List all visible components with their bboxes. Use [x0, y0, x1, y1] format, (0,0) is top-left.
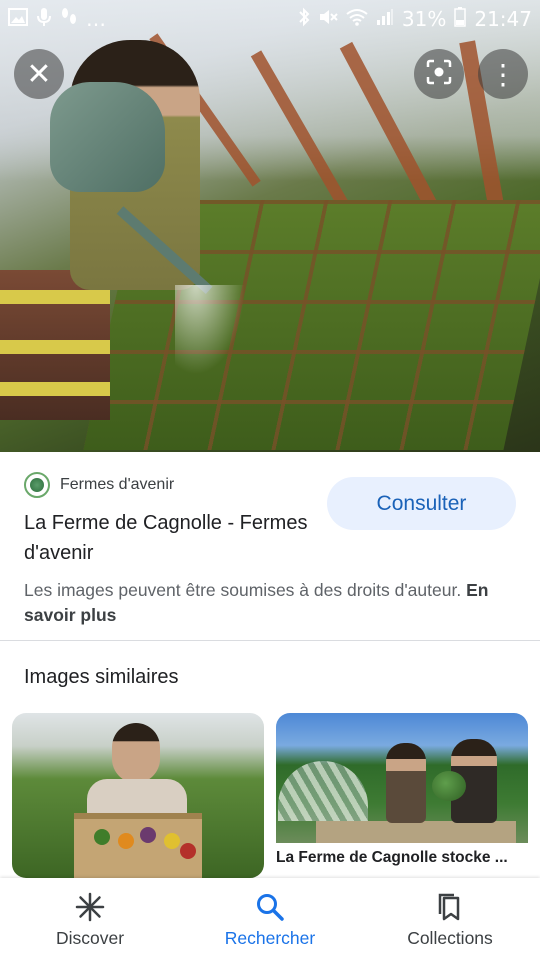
- more-notifications-icon: …: [86, 7, 106, 31]
- close-icon: ✕: [26, 56, 52, 92]
- signal-icon: [376, 7, 394, 31]
- asterisk-icon: [73, 890, 107, 924]
- battery-icon: [454, 6, 467, 32]
- geodesic-dome: [278, 761, 368, 821]
- soil-bags: [0, 270, 110, 420]
- clock: 21:47: [474, 7, 532, 31]
- vegetable-crate: [74, 813, 202, 878]
- similar-image-card[interactable]: La Ferme de Cagnolle stocke ...: [276, 713, 528, 878]
- nav-label: Rechercher: [224, 927, 316, 948]
- water-spray: [175, 285, 245, 375]
- nav-label: Collections: [407, 927, 493, 948]
- consult-button[interactable]: Consulter: [327, 477, 516, 530]
- mic-notification-icon: [36, 7, 52, 32]
- mute-icon: [318, 7, 338, 32]
- search-icon: [253, 890, 287, 924]
- similar-image-caption[interactable]: La Ferme de Cagnolle stocke ...: [276, 849, 528, 867]
- source-name: Fermes d'avenir: [60, 476, 175, 493]
- similar-image-card[interactable]: [12, 713, 264, 878]
- farmer-figure: [112, 723, 160, 783]
- footprints-notification-icon: [60, 7, 78, 32]
- copyright-notice: Les images peuvent être soumises à des d…: [24, 578, 504, 628]
- bottom-navigation: Discover Rechercher Collections: [0, 878, 540, 960]
- collections-icon: [433, 890, 467, 924]
- nav-discover[interactable]: Discover: [0, 878, 180, 960]
- status-bar: … 31% 21:47: [0, 0, 540, 38]
- battery-percentage: 31%: [401, 7, 447, 31]
- lens-icon: [426, 59, 452, 90]
- watering-can: [50, 82, 165, 192]
- lens-button[interactable]: [414, 49, 464, 99]
- more-vert-icon: ⋮: [489, 57, 517, 91]
- similar-images-heading: Images similaires: [24, 666, 179, 688]
- source-favicon-icon: [24, 472, 50, 498]
- more-options-button[interactable]: ⋮: [478, 49, 528, 99]
- result-title[interactable]: La Ferme de Cagnolle - Fermes d'avenir: [24, 508, 324, 568]
- source-row[interactable]: Fermes d'avenir: [24, 472, 174, 498]
- nav-label: Discover: [55, 927, 125, 948]
- wifi-icon: [346, 7, 368, 31]
- similar-image-thumbnail: [276, 713, 528, 843]
- divider: [0, 640, 540, 641]
- image-notification-icon: [8, 7, 28, 31]
- melon: [432, 771, 466, 801]
- close-button[interactable]: ✕: [14, 49, 64, 99]
- person-figure: [386, 743, 426, 823]
- nav-search[interactable]: Rechercher: [180, 878, 360, 960]
- bluetooth-icon: [298, 7, 310, 32]
- copyright-text: Les images peuvent être soumises à des d…: [24, 580, 462, 600]
- nav-collections[interactable]: Collections: [360, 878, 540, 960]
